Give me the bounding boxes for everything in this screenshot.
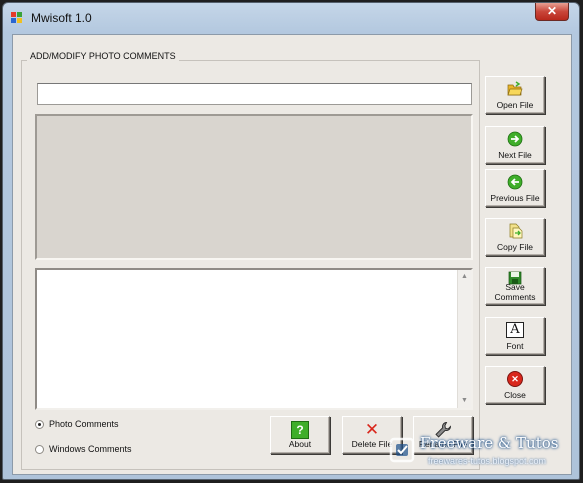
font-button[interactable]: A Font (485, 317, 545, 355)
save-comments-button[interactable]: Save Comments (485, 267, 545, 305)
radio-photo-comments-dot[interactable] (35, 420, 44, 429)
arrow-right-icon (507, 131, 523, 147)
next-file-button[interactable]: Next File (485, 126, 545, 164)
watermark-logo-icon (389, 437, 415, 463)
title-bar[interactable]: Mwisoft 1.0 ✕ (3, 3, 579, 33)
close-button[interactable]: ✕ Close (485, 366, 545, 404)
radio-windows-comments-label: Windows Comments (49, 444, 132, 454)
copy-file-button[interactable]: Copy File (485, 218, 545, 256)
open-file-button[interactable]: Open File (485, 76, 545, 114)
save-label-line1: Save (505, 282, 525, 292)
copy-file-icon (509, 223, 523, 239)
window-close-button[interactable]: ✕ (535, 3, 569, 21)
comments-scrollbar[interactable]: ▲ ▼ (457, 270, 471, 408)
photo-preview-panel (35, 114, 473, 260)
app-window: Mwisoft 1.0 ✕ ADD/MODIFY PHOTO COMMENTS … (2, 2, 580, 480)
folder-open-icon (507, 81, 523, 96)
group-title: ADD/MODIFY PHOTO COMMENTS (27, 51, 179, 61)
font-label: Font (506, 341, 524, 351)
previous-file-label: Previous File (490, 193, 540, 203)
scroll-up-arrow-icon[interactable]: ▲ (458, 271, 471, 283)
previous-file-button[interactable]: Previous File (485, 169, 545, 207)
arrow-left-icon (507, 174, 523, 190)
about-button[interactable]: ? About (270, 416, 330, 454)
font-letter-icon: A (506, 322, 524, 338)
radio-windows-comments-dot[interactable] (35, 445, 44, 454)
close-circle-icon: ✕ (507, 371, 523, 387)
help-question-icon: ? (291, 421, 309, 439)
radio-photo-comments-label: Photo Comments (49, 419, 119, 429)
scroll-down-arrow-icon[interactable]: ▼ (458, 395, 471, 407)
watermark-url: freewares-tutos.blogspot.com (428, 456, 547, 466)
comments-textarea[interactable]: ▲ ▼ (35, 268, 473, 410)
app-icon (11, 12, 23, 24)
next-file-label: Next File (498, 150, 532, 160)
about-label: About (288, 439, 312, 449)
save-label-line2: Comments (494, 292, 536, 302)
site-watermark: Freeware & Tutos freewares-tutos.blogspo… (388, 430, 578, 478)
client-area: ADD/MODIFY PHOTO COMMENTS ▲ ▼ Open File (12, 34, 572, 475)
copy-file-label: Copy File (497, 242, 533, 252)
watermark-title: Freeware & Tutos (420, 434, 559, 452)
save-comments-label: Save Comments (486, 282, 544, 302)
window-title: Mwisoft 1.0 (31, 11, 92, 25)
open-file-label: Open File (496, 100, 534, 110)
close-label: Close (504, 390, 526, 400)
file-path-input[interactable] (37, 83, 472, 105)
delete-x-icon: ✕ (364, 420, 380, 439)
